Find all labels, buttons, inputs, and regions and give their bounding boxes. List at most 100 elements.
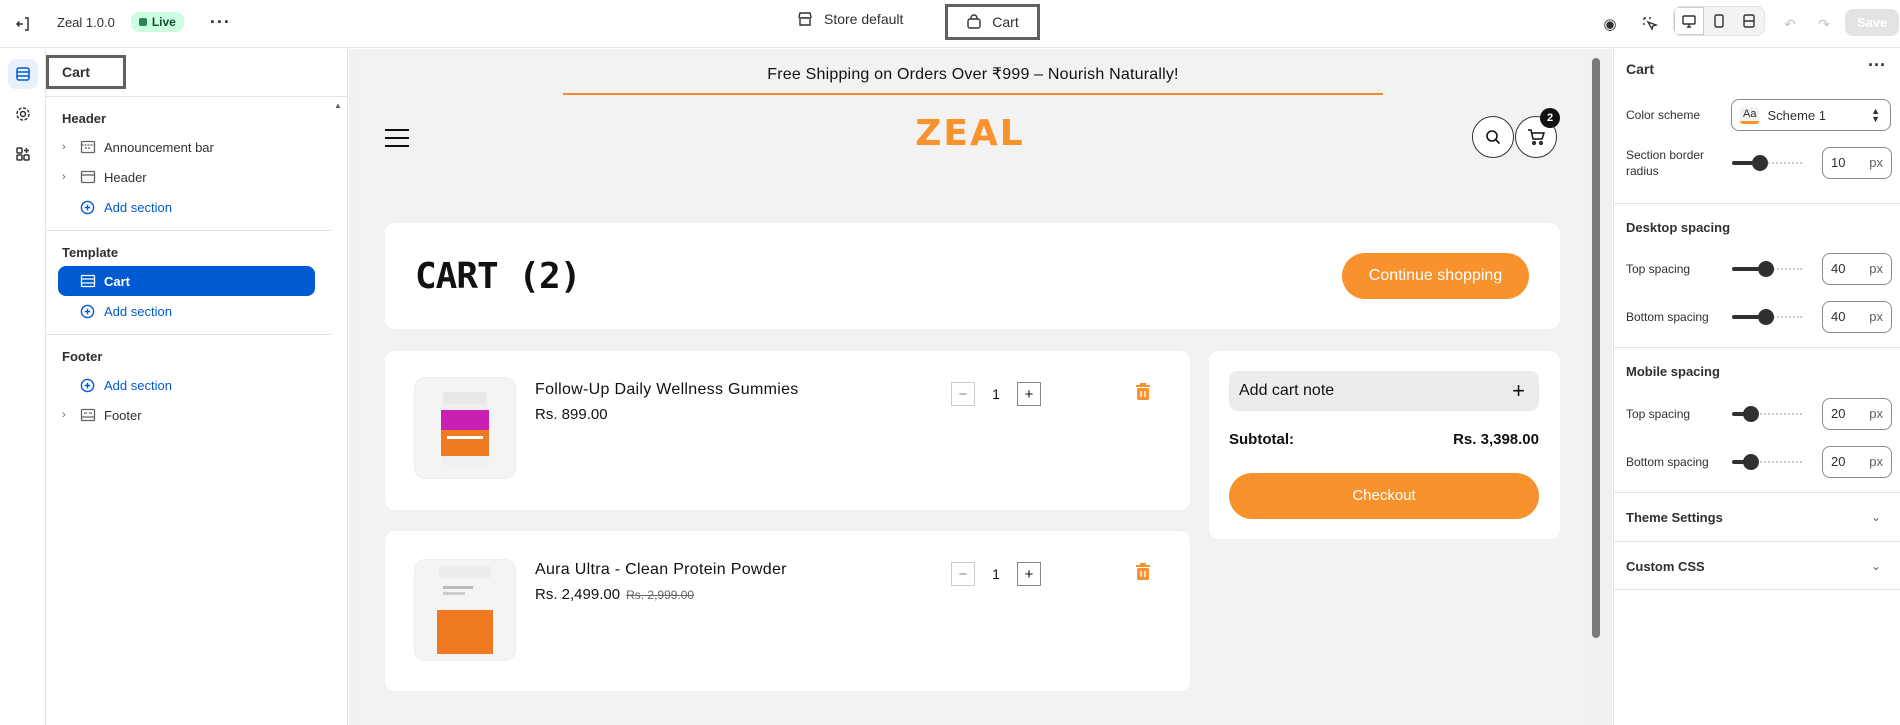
add-cart-note-button[interactable]: Add cart note + [1229, 371, 1539, 411]
color-scheme-value: Scheme 1 [1767, 107, 1827, 123]
desktop-top-slider[interactable] [1732, 261, 1802, 277]
color-scheme-select[interactable]: Aa Scheme 1 ▲ ▼ [1731, 99, 1891, 131]
apps-tab[interactable] [8, 139, 38, 169]
decrease-quantity-button[interactable]: − [951, 382, 975, 406]
add-section-header[interactable]: Add section [62, 192, 315, 222]
unit-label: px [1869, 155, 1883, 170]
inspector-button[interactable]: ◉ [1595, 9, 1625, 39]
cart-title: CART (2) [415, 256, 581, 297]
section-label: Cart [104, 273, 131, 289]
chevron-right-icon[interactable]: › [62, 141, 80, 153]
mobile-bottom-slider[interactable] [1732, 454, 1802, 470]
price-value: Rs. 2,499.00 [535, 586, 621, 603]
slider-handle[interactable] [1743, 454, 1759, 470]
scroll-up-arrow[interactable]: ▲ [334, 101, 342, 110]
mobile-top-input[interactable]: 20 px [1822, 398, 1892, 430]
input-value: 20 [1831, 454, 1846, 469]
more-actions-button[interactable]: ··· [210, 13, 231, 31]
trash-icon [1136, 563, 1150, 580]
redo-button[interactable]: ↷ [1809, 9, 1839, 39]
product-image[interactable] [415, 560, 515, 660]
section-announcement-bar[interactable]: › Announcement bar [62, 132, 315, 162]
custom-css-accordion[interactable]: Custom CSS ⌄ [1614, 541, 1900, 590]
select-element-button[interactable] [1635, 9, 1665, 39]
add-section-template[interactable]: Add section [62, 296, 315, 326]
remove-item-button[interactable] [1135, 383, 1151, 404]
select-arrows-icon: ▲ ▼ [1871, 106, 1880, 124]
chevron-right-icon[interactable]: › [62, 171, 80, 183]
product-price: Rs. 899.00 [535, 406, 608, 423]
desktop-icon [1682, 15, 1696, 28]
announcement-bar[interactable]: Free Shipping on Orders Over ₹999 – Nour… [563, 57, 1383, 95]
save-button[interactable]: Save [1845, 9, 1900, 36]
group-heading: Footer [62, 349, 103, 364]
subtotal-row: Subtotal: Rs. 3,398.00 [1229, 431, 1539, 448]
settings-panel: Cart ··· Color scheme Aa Scheme 1 ▲ ▼ Sec… [1613, 49, 1900, 725]
continue-shopping-button[interactable]: Continue shopping [1342, 253, 1529, 299]
desktop-view-button[interactable] [1674, 7, 1704, 35]
desktop-bottom-input[interactable]: 40 px [1822, 301, 1892, 333]
mobile-spacing-heading: Mobile spacing [1626, 364, 1720, 379]
chevron-down-icon: ⌄ [1870, 510, 1881, 524]
section-footer[interactable]: › Footer [62, 400, 315, 430]
sections-icon [16, 67, 30, 81]
settings-more-button[interactable]: ··· [1868, 55, 1886, 76]
input-value: 40 [1831, 309, 1846, 324]
product-name[interactable]: Aura Ultra - Clean Protein Powder [535, 561, 787, 579]
group-heading: Header [62, 111, 107, 126]
increase-quantity-button[interactable]: + [1017, 562, 1041, 586]
section-layout-icon [80, 274, 104, 288]
desktop-bottom-label: Bottom spacing [1626, 310, 1709, 324]
expand-icon [1743, 14, 1755, 28]
section-layout-icon [80, 170, 104, 184]
fullwidth-view-button[interactable] [1734, 7, 1764, 35]
desktop-bottom-slider[interactable] [1732, 309, 1802, 325]
template-group: Template Cart Add section [46, 231, 331, 335]
checkout-button[interactable]: Checkout [1229, 473, 1539, 519]
preview-scrollbar[interactable] [1592, 58, 1600, 638]
quantity-value[interactable]: 1 [975, 386, 1017, 402]
slider-handle[interactable] [1752, 155, 1768, 171]
product-image[interactable] [415, 378, 515, 478]
page-title: Cart [62, 64, 91, 80]
settings-title: Cart [1626, 61, 1655, 77]
border-radius-input[interactable]: 10 px [1822, 147, 1892, 179]
slider-handle[interactable] [1758, 309, 1774, 325]
quantity-stepper: − 1 + [951, 382, 1041, 406]
apps-icon [16, 147, 30, 161]
slider-handle[interactable] [1743, 406, 1759, 422]
increase-quantity-button[interactable]: + [1017, 382, 1041, 406]
gummies-jar-image [441, 392, 489, 466]
cart-summary-card: Add cart note + Subtotal: Rs. 3,398.00 Che… [1209, 351, 1560, 539]
theme-settings-tab[interactable] [8, 99, 38, 129]
undo-button[interactable]: ↶ [1775, 9, 1805, 39]
exit-button[interactable] [8, 9, 38, 39]
unit-label: px [1869, 261, 1883, 276]
desktop-top-input[interactable]: 40 px [1822, 253, 1892, 285]
sections-tab[interactable] [8, 59, 38, 89]
search-button[interactable] [1472, 116, 1514, 158]
template-selector[interactable]: Store default [796, 10, 903, 28]
subtotal-label: Subtotal: [1229, 431, 1294, 448]
gear-icon [16, 107, 30, 121]
border-radius-slider[interactable] [1732, 155, 1802, 171]
section-cart[interactable]: Cart [58, 266, 315, 296]
page-selector[interactable]: Cart [945, 4, 1040, 40]
add-section-footer[interactable]: Add section [62, 370, 315, 400]
mobile-top-slider[interactable] [1732, 406, 1802, 422]
store-icon [798, 12, 812, 26]
section-header[interactable]: › Header [62, 162, 315, 192]
slider-handle[interactable] [1758, 261, 1774, 277]
store-logo[interactable]: ZEAL [355, 113, 1585, 154]
sections-panel: Cart ▲ Header › Announcement bar › Heade… [46, 49, 348, 725]
mobile-view-button[interactable] [1704, 7, 1734, 35]
color-scheme-label: Color scheme [1626, 108, 1701, 122]
theme-settings-accordion[interactable]: Theme Settings ⌄ [1614, 492, 1900, 541]
section-label: Header [104, 169, 147, 185]
quantity-value[interactable]: 1 [975, 566, 1017, 582]
product-name[interactable]: Follow-Up Daily Wellness Gummies [535, 381, 799, 399]
mobile-bottom-input[interactable]: 20 px [1822, 446, 1892, 478]
chevron-right-icon[interactable]: › [62, 409, 80, 421]
decrease-quantity-button[interactable]: − [951, 562, 975, 586]
remove-item-button[interactable] [1135, 563, 1151, 584]
